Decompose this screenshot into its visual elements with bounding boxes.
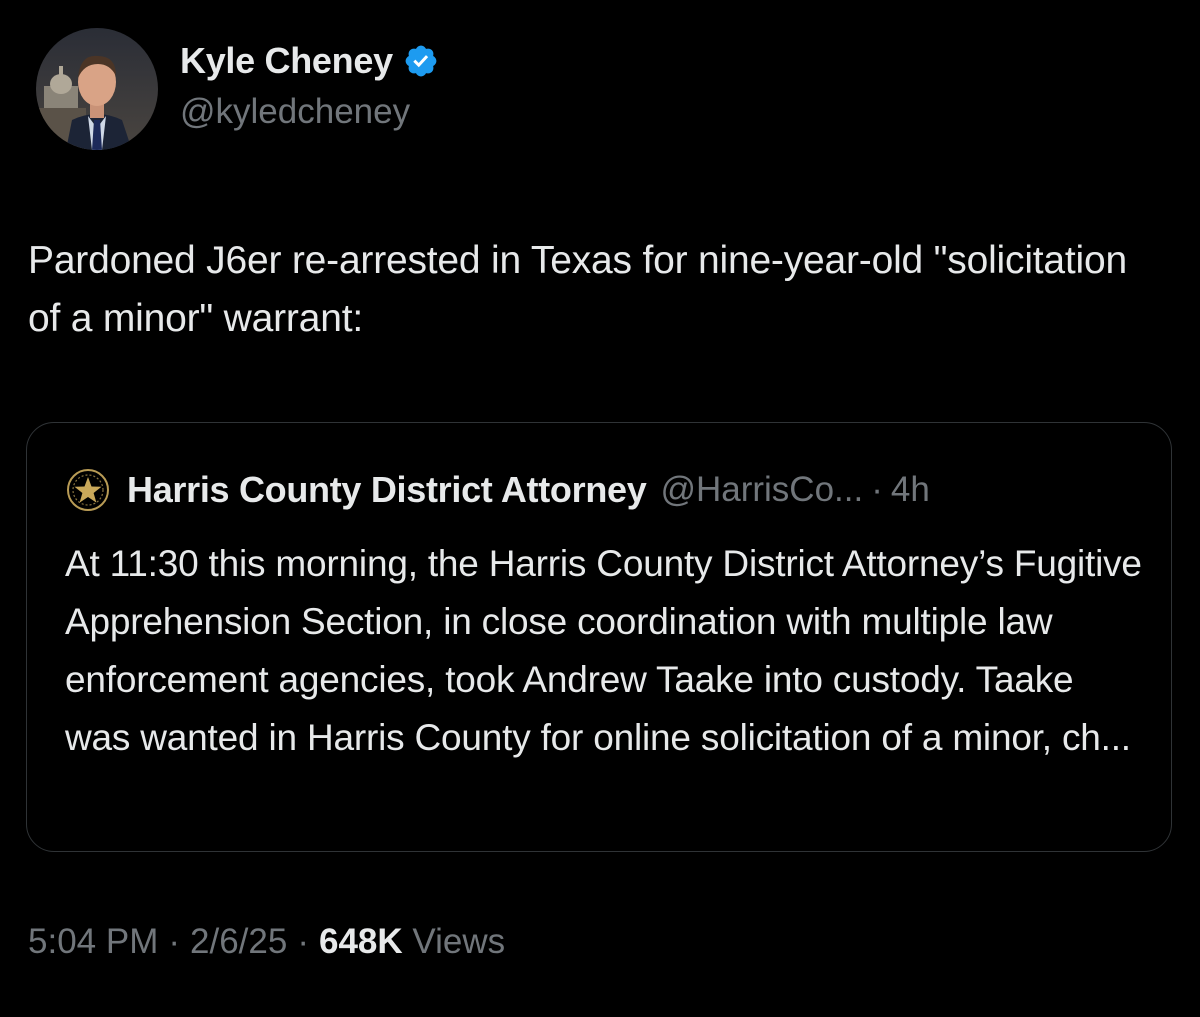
author-display-name[interactable]: Kyle Cheney — [180, 40, 393, 82]
meta-separator: · — [168, 922, 181, 961]
tweet-date[interactable]: 2/6/25 — [190, 922, 287, 961]
views-count: 648K — [318, 922, 403, 961]
quoted-tweet-header: Harris County District Attorney @HarrisC… — [65, 465, 930, 515]
author-handle[interactable]: @kyledcheney — [180, 92, 410, 132]
tweet-text: Pardoned J6er re-arrested in Texas for n… — [28, 239, 1127, 340]
author-name-row: Kyle Cheney — [180, 38, 439, 84]
quoted-tweet-card[interactable]: Harris County District Attorney @HarrisC… — [26, 422, 1172, 852]
tweet-detail: Kyle Cheney @kyledcheney Pardoned J6er r… — [0, 0, 1200, 1017]
tweet-time[interactable]: 5:04 PM — [28, 922, 158, 961]
verified-badge-icon[interactable] — [403, 43, 439, 79]
quoted-timestamp[interactable]: 4h — [891, 470, 930, 510]
author-avatar[interactable] — [36, 28, 158, 150]
quoted-separator: · — [871, 470, 883, 509]
views-label: Views — [412, 922, 506, 961]
tweet-meta: 5:04 PM · 2/6/25 · 648K Views — [28, 922, 505, 962]
meta-separator: · — [297, 922, 309, 961]
quoted-tweet-text: At 11:30 this morning, the Harris County… — [65, 543, 1142, 758]
profile-photo-icon — [36, 28, 158, 150]
quoted-author-handle[interactable]: @HarrisCo... — [660, 470, 863, 510]
quoted-author-name[interactable]: Harris County District Attorney — [127, 469, 647, 511]
county-seal-star-icon[interactable] — [65, 467, 111, 513]
